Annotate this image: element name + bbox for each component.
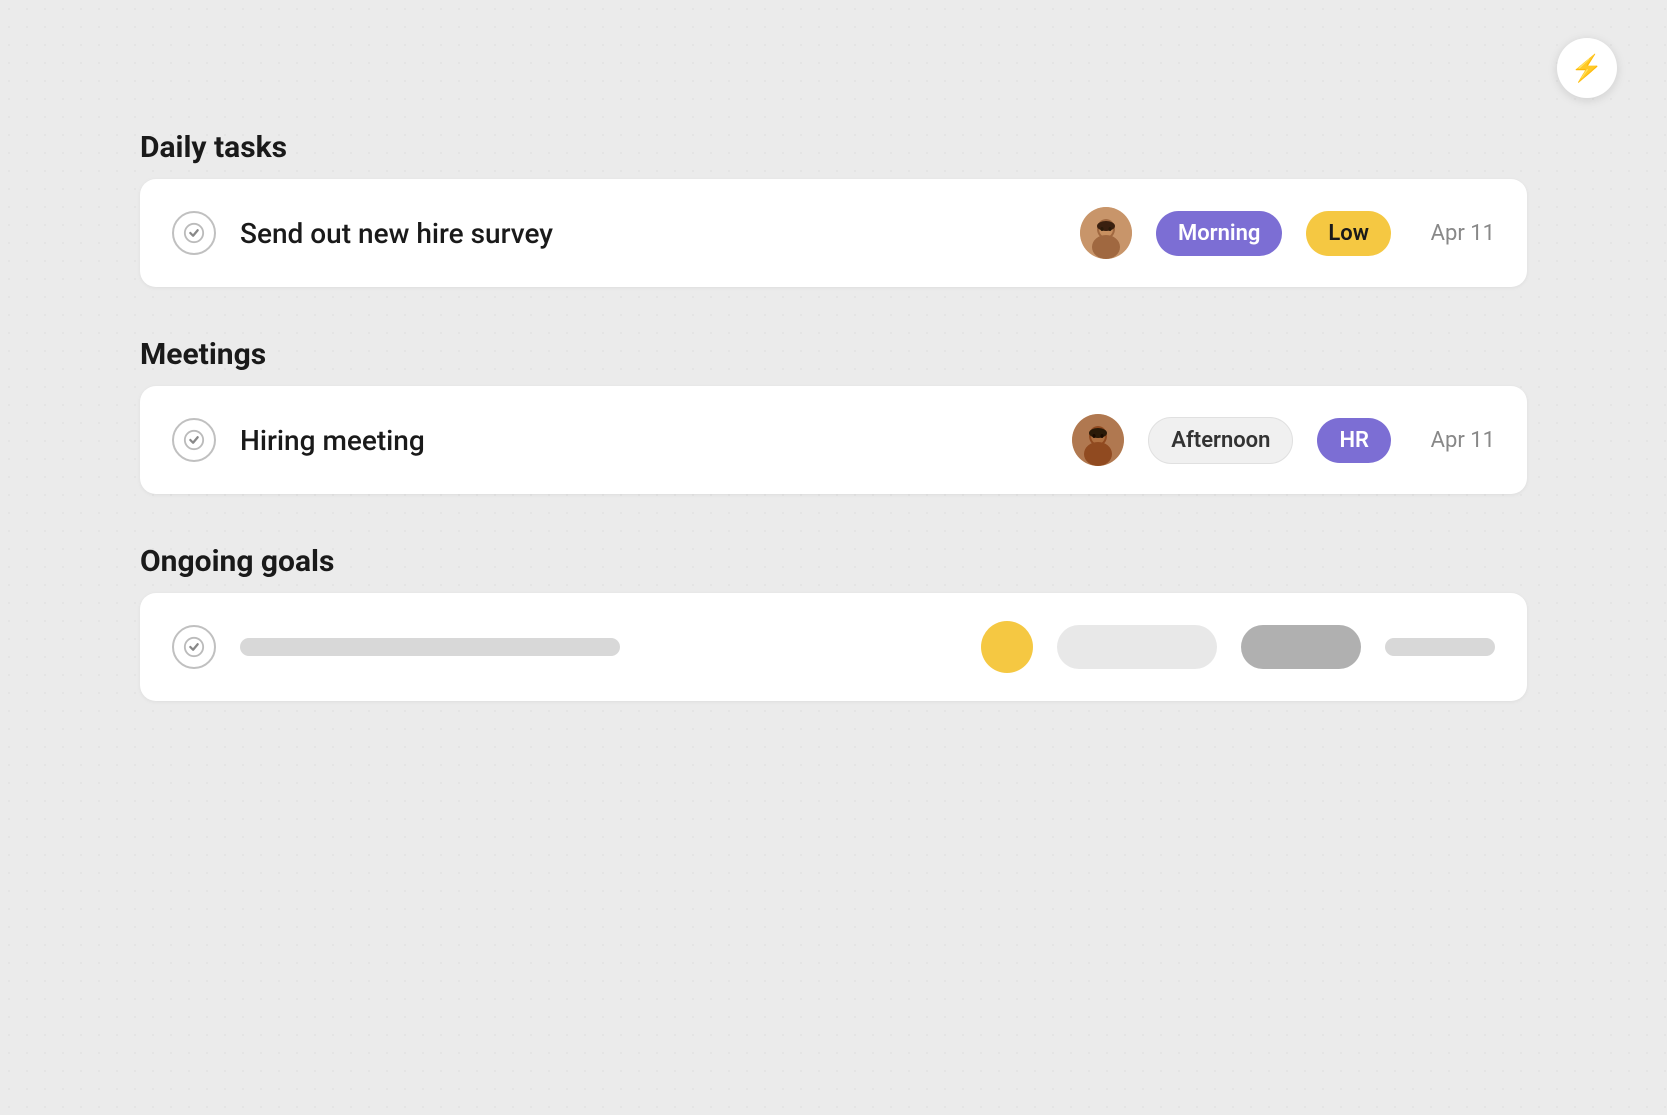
flash-button[interactable]: ⚡ [1557,38,1617,98]
check-icon-meeting[interactable] [172,418,216,462]
meeting-title: Hiring meeting [240,424,1048,457]
task-date: Apr 11 [1415,221,1495,246]
goal-badge-placeholder [1241,625,1361,669]
goal-date-placeholder [1385,638,1495,656]
goal-time-placeholder [1057,625,1217,669]
priority-badge: Low [1306,211,1391,256]
meeting-row[interactable]: Hiring meeting Afternoon HR Apr 11 [140,386,1527,494]
time-badge: Morning [1156,211,1282,256]
daily-tasks-section: Daily tasks Send out new hire survey [140,130,1527,287]
time-badge-meeting: Afternoon [1148,417,1293,464]
task-title: Send out new hire survey [240,217,1056,250]
ongoing-goals-section: Ongoing goals [140,544,1527,701]
meetings-title: Meetings [140,337,1527,372]
avatar-meeting [1072,414,1124,466]
goal-avatar-placeholder [981,621,1033,673]
meeting-date: Apr 11 [1415,428,1495,453]
goal-title-placeholder [240,638,620,656]
check-icon[interactable] [172,211,216,255]
daily-tasks-title: Daily tasks [140,130,1527,165]
main-container: Daily tasks Send out new hire survey [140,130,1527,751]
task-row[interactable]: Send out new hire survey Morning Low Apr… [140,179,1527,287]
meetings-section: Meetings Hiring meeting [140,337,1527,494]
category-badge-meeting: HR [1317,418,1391,463]
ongoing-goals-title: Ongoing goals [140,544,1527,579]
check-icon-goal[interactable] [172,625,216,669]
ongoing-goal-row[interactable] [140,593,1527,701]
flash-icon: ⚡ [1571,53,1603,84]
avatar [1080,207,1132,259]
